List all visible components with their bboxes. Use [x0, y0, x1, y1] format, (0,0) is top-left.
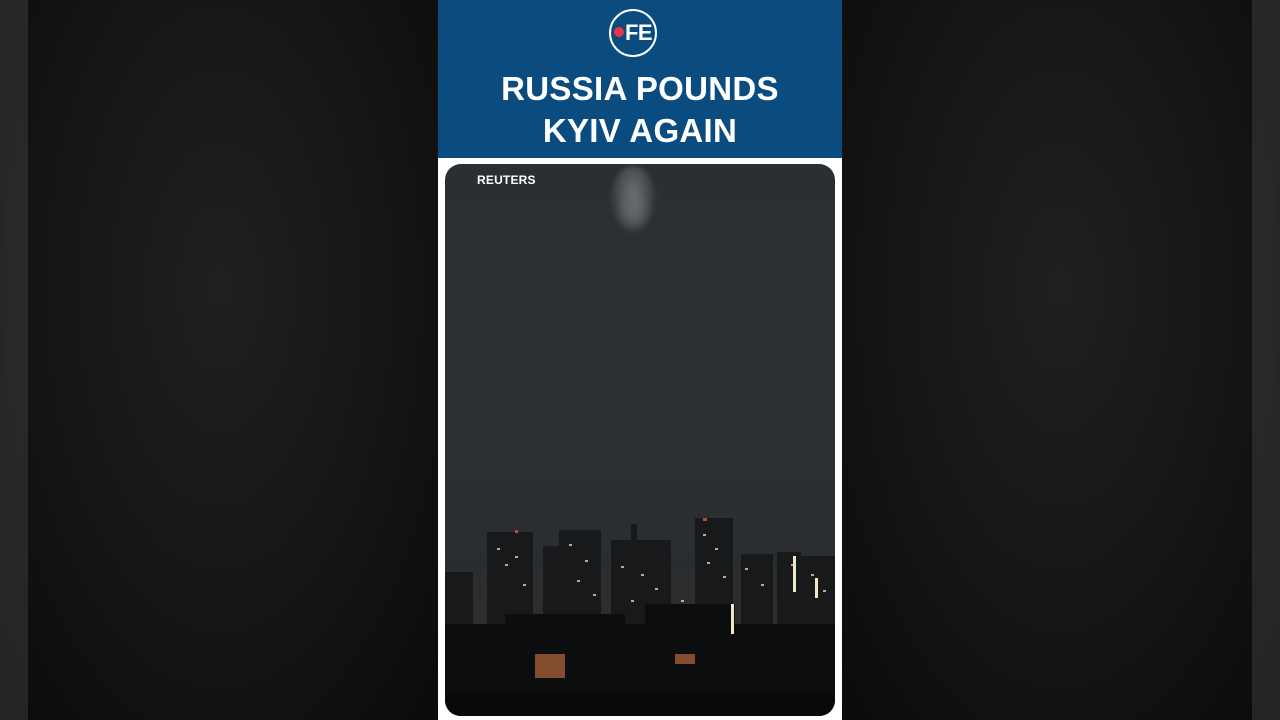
logo-dot-icon [613, 27, 624, 37]
right-edge [1252, 0, 1280, 720]
logo-text: FE [624, 20, 653, 45]
header-banner: FE RUSSIA POUNDS KYIV AGAIN [438, 0, 842, 158]
reuters-watermark: REUTERS [477, 173, 536, 187]
video-player[interactable]: REUTERS [445, 164, 835, 716]
city-skyline [445, 518, 835, 716]
headline-line-1: RUSSIA POUNDS [501, 70, 779, 107]
left-edge [0, 0, 28, 720]
smoke-plume-lower [617, 192, 651, 230]
headline-line-2: KYIV AGAIN [542, 112, 738, 149]
short-video-frame[interactable]: FE RUSSIA POUNDS KYIV AGAIN REUTERS [438, 0, 842, 720]
background-blur-right [842, 0, 1278, 720]
headline: RUSSIA POUNDS KYIV AGAIN [438, 68, 842, 152]
fe-logo-icon: FE [609, 9, 657, 57]
background-blur-left [2, 0, 438, 720]
